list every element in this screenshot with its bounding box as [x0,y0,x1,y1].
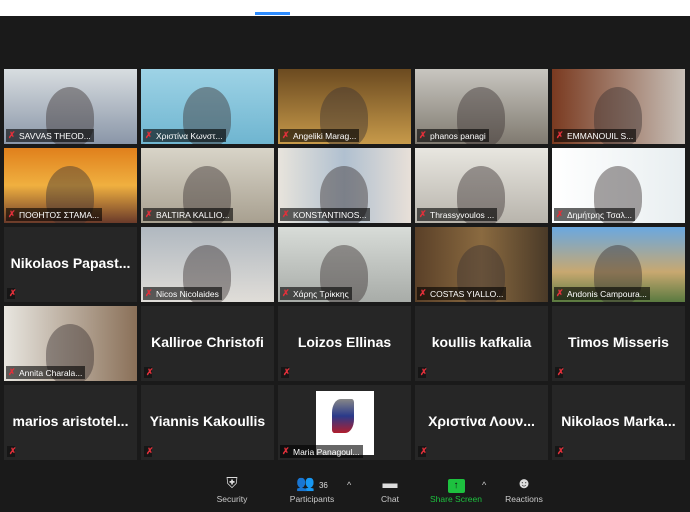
participants-button[interactable]: 👥 36 Participants [282,474,342,504]
participant-name-label: ✗ Δημήτρης Τσαλ... [554,208,636,221]
share-screen-button[interactable]: ↑ Share Screen [426,474,486,504]
muted-mic-icon: ✗ [7,288,17,299]
participant-tile[interactable]: ✗ Χάρης Τρίκκης [278,227,411,302]
muted-mic-icon: ✗ [556,130,564,140]
participant-tile[interactable]: ✗ Δημήτρης Τσαλ... [552,148,685,223]
participant-tile[interactable]: Yiannis Kakoullis ✗ [141,385,274,460]
muted-mic-icon: ✗ [8,130,16,140]
participant-name-label: ✗ Thrassyvoulos ... [417,208,498,221]
participant-name-label: ✗ Angeliki Marag... [280,129,360,142]
participant-name-label: ✗ ΠΟΘΗΤΟΣ ΣΤΑΜΑ... [6,208,103,221]
participant-name: Timos Misseris [568,334,669,350]
participant-name-label: ✗ Andonis Campoura... [554,287,650,300]
participant-name: Kalliroe Christofi [151,334,264,350]
muted-mic-icon: ✗ [419,288,427,298]
participant-name: marios aristotel... [12,413,129,429]
participant-tile[interactable]: ✗ Angeliki Marag... [278,69,411,144]
participant-name-label: ✗ KONSTANTINOS... [280,208,370,221]
gallery-grid: ✗ SAVVAS THEOD... ✗ Χριστίνα Κωνστ... ✗ Angel… [4,69,685,460]
muted-mic-icon: ✗ [8,209,16,219]
muted-mic-icon: ✗ [555,446,565,457]
muted-mic-icon: ✗ [556,209,564,219]
share-options-caret[interactable]: ^ [482,480,486,490]
smiley-plus-icon: ☻ [516,475,532,492]
participant-name-label: ✗ Χριστίνα Κωνστ... [143,129,226,142]
meeting-toolbar: ⛨ Security 👥 36 Participants ^ ▬ Chat ↑ … [0,466,690,512]
muted-mic-icon: ✗ [145,209,153,219]
participant-tile[interactable]: Χριστίνα Λουν... ✗ [415,385,548,460]
muted-mic-icon: ✗ [418,367,428,378]
participant-tile[interactable]: ✗ phanos panagi [415,69,548,144]
participant-tile[interactable]: Kalliroe Christofi ✗ [141,306,274,381]
participant-tile[interactable]: ✗ EMMANOUIL S... [552,69,685,144]
participant-tile[interactable]: ✗ Χριστίνα Κωνστ... [141,69,274,144]
muted-mic-icon: ✗ [419,130,427,140]
view-indicator [255,12,290,15]
top-bar [0,0,690,16]
muted-mic-icon: ✗ [282,288,290,298]
shield-icon: ⛨ [226,475,238,492]
chat-bubble-icon: ▬ [382,475,398,492]
share-arrow-icon: ↑ [447,479,465,493]
participant-name-label: ✗ Maria Panagoul... [280,445,363,458]
participant-name-label: ✗ BALTIRA KALLIO... [143,208,233,221]
participant-tile[interactable]: Nikolaos Papast... ✗ [4,227,137,302]
reactions-button[interactable]: ☻ Reactions [500,474,548,504]
participant-tile[interactable]: Nikolaos Marka... ✗ [552,385,685,460]
participant-name-label: ✗ phanos panagi [417,129,489,142]
security-button[interactable]: ⛨ Security [212,474,252,504]
participant-name-label: ✗ COSTAS YIALLO... [417,287,507,300]
muted-mic-icon: ✗ [418,446,428,457]
participant-tile[interactable]: Loizos Ellinas ✗ [278,306,411,381]
participants-icon: 👥 [296,475,315,492]
muted-mic-icon: ✗ [145,130,153,140]
participant-tile[interactable]: ✗ KONSTANTINOS... [278,148,411,223]
participant-tile[interactable]: Timos Misseris ✗ [552,306,685,381]
participant-name: Yiannis Kakoullis [149,413,266,429]
muted-mic-icon: ✗ [7,446,17,457]
participant-tile[interactable]: ✗ Andonis Campoura... [552,227,685,302]
participant-name-label: ✗ Annita Charala... [6,366,86,379]
participant-name-label: ✗ EMMANOUIL S... [554,129,637,142]
participant-tile[interactable]: ✗ SAVVAS THEOD... [4,69,137,144]
participant-name: koullis kafkalia [431,334,532,350]
participant-name: Loizos Ellinas [297,334,392,350]
chat-button[interactable]: ▬ Chat [370,474,410,504]
participant-name: Χριστίνα Λουν... [428,413,535,429]
participant-name-label: ✗ SAVVAS THEOD... [6,129,94,142]
participants-options-caret[interactable]: ^ [347,480,351,490]
muted-mic-icon: ✗ [556,288,564,298]
participant-tile[interactable]: marios aristotel... ✗ [4,385,137,460]
participant-name-label: ✗ Nicos Nicolaides [143,287,222,300]
muted-mic-icon: ✗ [419,209,427,219]
muted-mic-icon: ✗ [144,367,154,378]
participants-count: 36 [318,481,328,490]
muted-mic-icon: ✗ [8,367,16,377]
muted-mic-icon: ✗ [555,367,565,378]
participant-tile[interactable]: ✗ Annita Charala... [4,306,137,381]
participant-tile[interactable]: ✗ BALTIRA KALLIO... [141,148,274,223]
participant-name-label: ✗ Χάρης Τρίκκης [280,287,352,300]
muted-mic-icon: ✗ [282,130,290,140]
muted-mic-icon: ✗ [145,288,153,298]
participant-tile[interactable]: ✗ ΠΟΘΗΤΟΣ ΣΤΑΜΑ... [4,148,137,223]
muted-mic-icon: ✗ [282,209,290,219]
participant-tile[interactable]: ✗ Nicos Nicolaides [141,227,274,302]
muted-mic-icon: ✗ [282,446,290,456]
participant-tile[interactable]: ✗ Maria Panagoul... [278,385,411,460]
participant-tile[interactable]: ✗ Thrassyvoulos ... [415,148,548,223]
participant-name: Nikolaos Papast... [10,255,131,271]
muted-mic-icon: ✗ [144,446,154,457]
participant-name: Nikolaos Marka... [561,413,676,429]
muted-mic-icon: ✗ [281,367,291,378]
participant-tile[interactable]: koullis kafkalia ✗ [415,306,548,381]
participant-tile[interactable]: ✗ COSTAS YIALLO... [415,227,548,302]
